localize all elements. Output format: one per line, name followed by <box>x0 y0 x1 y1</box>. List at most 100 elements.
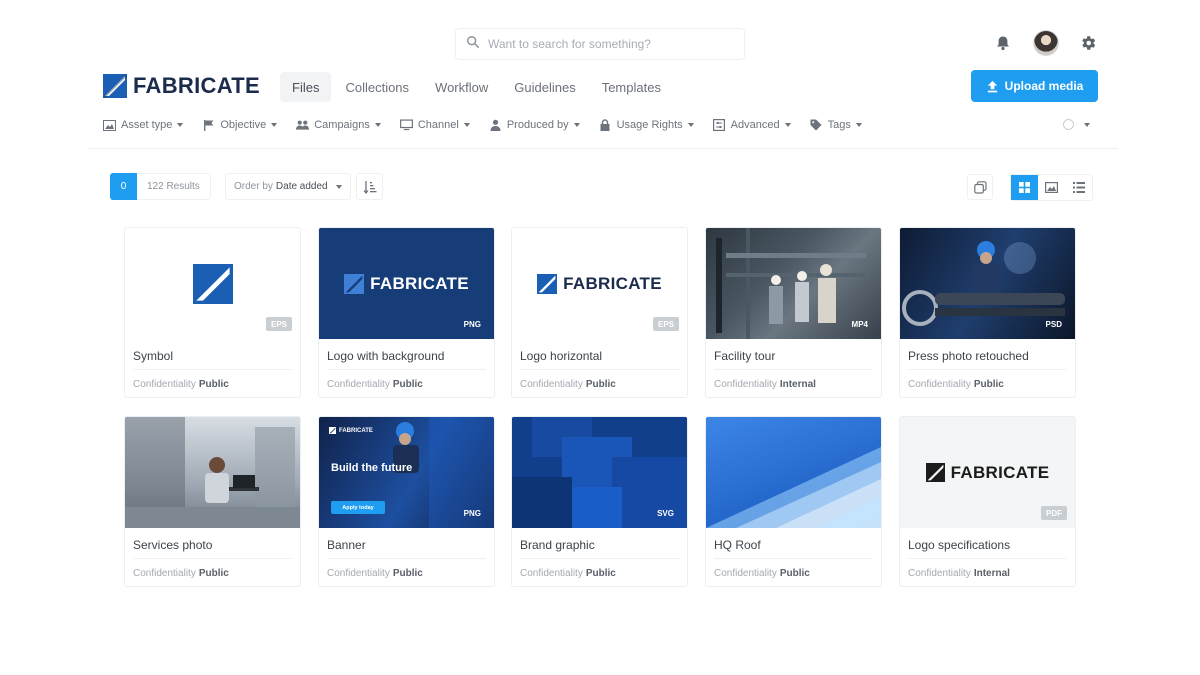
image-view-button[interactable] <box>1038 175 1065 200</box>
logo-wordmark: FABRICATE <box>563 273 662 293</box>
gear-icon[interactable] <box>1077 30 1099 56</box>
format-badge: PDF <box>1041 506 1067 520</box>
asset-title: HQ Roof <box>714 538 761 552</box>
format-badge: PSD <box>1045 319 1062 329</box>
logo-mark-icon <box>329 427 336 434</box>
results-count: 122 Results <box>137 173 211 200</box>
sort-icon <box>363 180 376 194</box>
asset-card-logo-horizontal[interactable]: FABRICATE EPS Logo horizontal Confidenti… <box>511 227 688 398</box>
select-all-checkbox[interactable] <box>1063 119 1074 130</box>
upload-label: Upload media <box>1004 79 1084 93</box>
asset-card-facility-tour[interactable]: MP4 Facility tour Confidentiality Interna… <box>705 227 882 398</box>
asset-thumbnail: FABRICATE Build the future Apply today P… <box>319 417 494 528</box>
logo-wordmark: FABRICATE <box>950 462 1050 482</box>
search-bar[interactable] <box>455 28 745 60</box>
sliders-icon <box>713 119 726 132</box>
tab-collections[interactable]: Collections <box>333 72 421 102</box>
format-badge: EPS <box>652 317 679 331</box>
main-nav: Files Collections Workflow Guidelines Te… <box>280 72 675 102</box>
tab-templates[interactable]: Templates <box>590 72 673 102</box>
list-view-button[interactable] <box>1065 175 1092 200</box>
asset-thumbnail <box>125 417 300 528</box>
grid-icon <box>1019 182 1030 193</box>
asset-card-services-photo[interactable]: Services photo Confidentiality Public <box>124 416 301 587</box>
asset-confidentiality: Confidentiality Public <box>908 379 1004 390</box>
monitor-icon <box>399 119 413 132</box>
tab-guidelines[interactable]: Guidelines <box>502 72 587 102</box>
asset-title: Logo specifications <box>908 538 1011 552</box>
format-badge: PNG <box>463 508 481 518</box>
filter-bar: Asset type Objective Campaigns Channel P… <box>103 116 881 134</box>
asset-thumbnail: MP4 <box>706 228 881 339</box>
users-icon <box>296 119 310 132</box>
order-dropdown[interactable]: Order by Date added <box>225 173 351 200</box>
selected-count-badge[interactable]: 0 <box>110 173 137 200</box>
asset-title: Press photo retouched <box>908 349 1029 363</box>
sort-direction-button[interactable] <box>356 173 383 200</box>
asset-thumbnail: EPS <box>125 228 300 339</box>
order-value: Date added <box>275 181 328 192</box>
upload-media-button[interactable]: Upload media <box>971 70 1098 102</box>
header-divider <box>88 148 1118 149</box>
asset-thumbnail: FABRICATE PDF <box>900 417 1075 528</box>
user-icon <box>489 119 502 132</box>
view-switcher <box>1010 174 1093 201</box>
logo-mark-icon <box>344 273 365 294</box>
asset-card-symbol[interactable]: EPS Symbol Confidentiality Public <box>124 227 301 398</box>
asset-confidentiality: Confidentiality Internal <box>714 379 816 390</box>
search-icon <box>466 35 480 54</box>
filter-advanced[interactable]: Advanced <box>713 119 791 132</box>
asset-title: Logo with background <box>327 349 445 363</box>
asset-confidentiality: Confidentiality Public <box>520 379 616 390</box>
filter-produced-by[interactable]: Produced by <box>489 119 580 132</box>
asset-confidentiality: Confidentiality Public <box>133 379 229 390</box>
asset-card-logo-specifications[interactable]: FABRICATE PDF Logo specifications Confid… <box>899 416 1076 587</box>
banner-logo: FABRICATE <box>329 427 373 434</box>
asset-confidentiality: Confidentiality Public <box>133 568 229 579</box>
logo-mark-icon <box>537 273 558 294</box>
chevron-down-icon <box>335 184 342 189</box>
format-badge: MP4 <box>851 319 868 329</box>
asset-title: Services photo <box>133 538 213 552</box>
asset-card-banner[interactable]: FABRICATE Build the future Apply today P… <box>318 416 495 587</box>
avatar[interactable] <box>1033 30 1059 56</box>
brand-name: FABRICATE <box>133 73 260 98</box>
bell-icon[interactable] <box>992 30 1014 56</box>
filter-asset-type[interactable]: Asset type <box>103 119 184 132</box>
asset-card-hq-roof[interactable]: HQ Roof Confidentiality Public <box>705 416 882 587</box>
tab-workflow[interactable]: Workflow <box>423 72 500 102</box>
brand-logo[interactable]: FABRICATE <box>103 73 260 99</box>
banner-headline: Build the future <box>331 462 413 474</box>
format-badge: SVG <box>657 508 674 518</box>
asset-thumbnail: PSD <box>900 228 1075 339</box>
filter-tags[interactable]: Tags <box>810 119 862 132</box>
asset-title: Logo horizontal <box>520 349 603 363</box>
asset-thumbnail <box>706 417 881 528</box>
banner-cta: Apply today <box>331 501 385 514</box>
tab-files[interactable]: Files <box>280 72 332 102</box>
upload-icon <box>987 80 997 92</box>
lock-icon <box>599 119 612 132</box>
filter-objective[interactable]: Objective <box>202 119 278 132</box>
asset-card-brand-graphic[interactable]: SVG Brand graphic Confidentiality Public <box>511 416 688 587</box>
asset-confidentiality: Confidentiality Public <box>327 379 423 390</box>
list-icon <box>1072 182 1085 193</box>
filter-channel[interactable]: Channel <box>399 119 470 132</box>
grid-view-button[interactable] <box>1011 175 1038 200</box>
image-icon <box>103 119 116 132</box>
filter-usage-rights[interactable]: Usage Rights <box>599 119 694 132</box>
services-photo <box>125 417 300 528</box>
asset-confidentiality: Confidentiality Internal <box>908 568 1010 579</box>
search-input[interactable] <box>488 37 728 51</box>
format-badge: PNG <box>463 319 481 329</box>
roof-photo <box>706 447 881 528</box>
copy-button[interactable] <box>967 174 993 200</box>
asset-card-logo-with-background[interactable]: FABRICATE PNG Logo with background Confi… <box>318 227 495 398</box>
format-badge: EPS <box>265 317 292 331</box>
asset-card-press-photo-retouched[interactable]: PSD Press photo retouched Confidentialit… <box>899 227 1076 398</box>
filter-campaigns[interactable]: Campaigns <box>296 119 381 132</box>
logo-mark-icon <box>103 74 127 98</box>
asset-title: Symbol <box>133 349 174 363</box>
tag-icon <box>810 119 823 132</box>
selection-dropdown[interactable] <box>1063 119 1090 130</box>
